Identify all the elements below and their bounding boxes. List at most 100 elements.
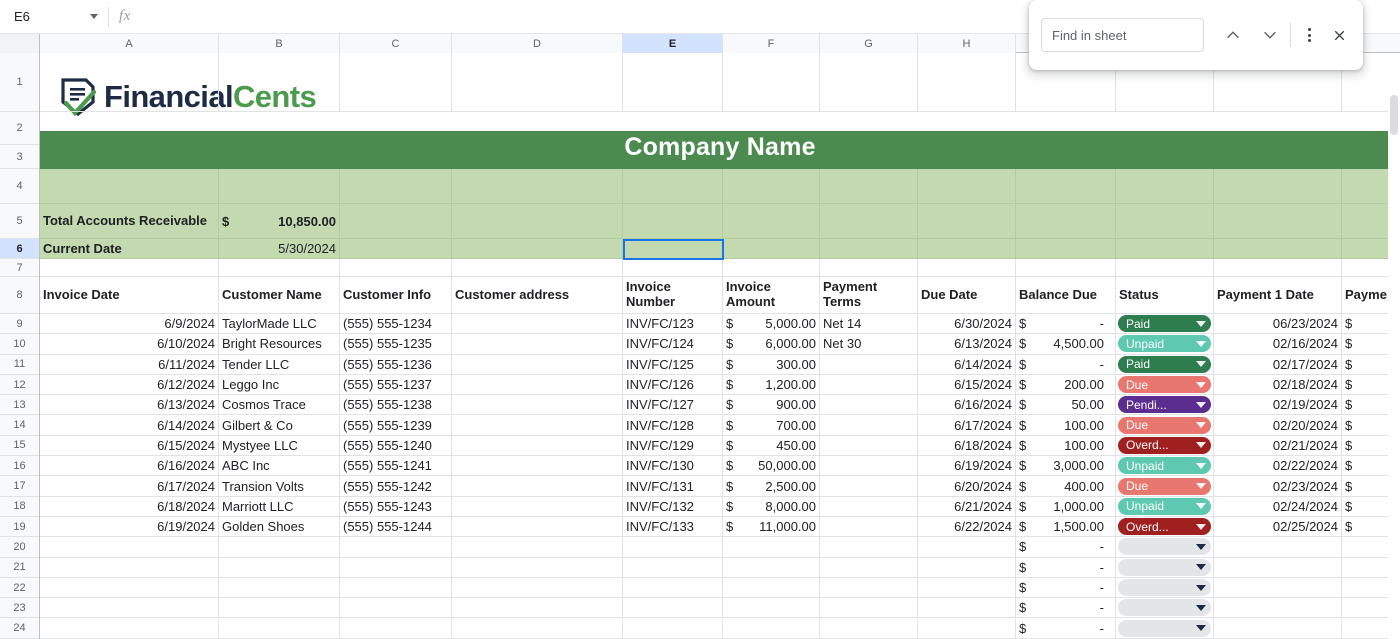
cell-status[interactable]: Unpaid: [1116, 334, 1214, 355]
status-badge-dropdown[interactable]: Overd...: [1118, 518, 1211, 536]
name-box[interactable]: E6: [4, 4, 104, 30]
cell-payment-terms[interactable]: Net 30: [820, 334, 918, 355]
band-cell[interactable]: [1016, 169, 1116, 204]
empty-grid-cell[interactable]: [219, 598, 340, 619]
band-cell[interactable]: [918, 169, 1016, 204]
row-header-20[interactable]: 20: [0, 537, 39, 558]
empty-grid-cell[interactable]: [452, 598, 623, 619]
row-header-22[interactable]: 22: [0, 577, 39, 599]
cell-invoice-amount[interactable]: $700.00: [723, 415, 820, 436]
empty-grid-cell[interactable]: [723, 577, 820, 599]
cell-invoice-date[interactable]: 6/9/2024: [40, 314, 219, 335]
cell-customer-info[interactable]: (555) 555-1238: [340, 395, 452, 416]
status-badge-dropdown[interactable]: Due: [1118, 376, 1211, 394]
cell-balance-due[interactable]: $1,500.00: [1016, 517, 1116, 538]
cell-payment-1-date[interactable]: 02/24/2024: [1214, 496, 1342, 517]
empty-grid-cell[interactable]: [340, 537, 452, 558]
spacer-cell[interactable]: [340, 259, 452, 277]
cell-due-date[interactable]: 6/22/2024: [918, 517, 1016, 538]
empty-grid-cell[interactable]: [918, 598, 1016, 619]
cell-payment-terms[interactable]: [820, 496, 918, 517]
empty-grid-cell[interactable]: [40, 557, 219, 578]
cell-invoice-number[interactable]: INV/FC/126: [623, 374, 723, 396]
cell-status[interactable]: [1116, 537, 1214, 558]
cell-payment-terms[interactable]: [820, 395, 918, 416]
row-header-3[interactable]: 3: [0, 145, 39, 169]
cell-status[interactable]: [1116, 577, 1214, 599]
cell-payment-1-date[interactable]: 02/21/2024: [1214, 435, 1342, 457]
cell-invoice-number[interactable]: INV/FC/128: [623, 415, 723, 436]
row-header-2[interactable]: 2: [0, 112, 39, 145]
cell-customer-name[interactable]: Cosmos Trace: [219, 395, 340, 416]
empty-grid-cell[interactable]: [820, 537, 918, 558]
cell-customer-name[interactable]: Mystyee LLC: [219, 435, 340, 457]
band-cell[interactable]: [820, 169, 918, 204]
empty-grid-cell[interactable]: [452, 618, 623, 639]
cell-payment-terms[interactable]: [820, 374, 918, 396]
cell-invoice-date[interactable]: 6/13/2024: [40, 395, 219, 416]
empty-grid-cell[interactable]: [340, 557, 452, 578]
empty-grid-cell[interactable]: [918, 618, 1016, 639]
row-header-4[interactable]: 4: [0, 169, 39, 204]
table-header-cell[interactable]: Invoice Number: [623, 277, 723, 314]
empty-grid-cell[interactable]: [1214, 537, 1342, 558]
cell-balance-due[interactable]: $1,000.00: [1016, 496, 1116, 517]
row-header-18[interactable]: 18: [0, 496, 39, 517]
cell-status[interactable]: Overd...: [1116, 435, 1214, 457]
row-header-12[interactable]: 12: [0, 374, 39, 396]
find-more-options-button[interactable]: [1296, 20, 1323, 50]
empty-grid-cell[interactable]: [1214, 577, 1342, 599]
cell-invoice-amount[interactable]: $1,200.00: [723, 374, 820, 396]
cell-customer-name[interactable]: ABC Inc: [219, 456, 340, 477]
cell-due-date[interactable]: 6/15/2024: [918, 374, 1016, 396]
table-header-cell[interactable]: Status: [1116, 277, 1214, 314]
total-ar-value-cell[interactable]: $10,850.00: [219, 204, 340, 239]
cell-payment-1-date[interactable]: 06/23/2024: [1214, 314, 1342, 335]
cell-balance-due[interactable]: $4,500.00: [1016, 334, 1116, 355]
cell-customer-address[interactable]: [452, 395, 623, 416]
status-badge-dropdown[interactable]: Unpaid: [1118, 497, 1211, 515]
cell-payment-1-date[interactable]: 02/18/2024: [1214, 374, 1342, 396]
status-badge-dropdown[interactable]: [1118, 558, 1211, 576]
cell-invoice-amount[interactable]: $300.00: [723, 354, 820, 375]
row-header-10[interactable]: 10: [0, 334, 39, 355]
spacer-cell[interactable]: [219, 259, 340, 277]
band-cell[interactable]: [1116, 204, 1214, 239]
cell-due-date[interactable]: 6/16/2024: [918, 395, 1016, 416]
status-badge-dropdown[interactable]: Unpaid: [1118, 335, 1211, 353]
column-header-g[interactable]: G: [820, 34, 918, 53]
row-header-6[interactable]: 6: [0, 239, 39, 259]
band-cell[interactable]: [820, 239, 918, 259]
cell-customer-address[interactable]: [452, 435, 623, 457]
vertical-scrollbar-thumb[interactable]: [1390, 95, 1398, 135]
row-header-14[interactable]: 14: [0, 415, 39, 436]
spacer-cell[interactable]: [40, 259, 219, 277]
spacer-cell[interactable]: [918, 259, 1016, 277]
function-icon[interactable]: fx: [119, 8, 131, 25]
cell-invoice-amount[interactable]: $5,000.00: [723, 314, 820, 335]
cell-customer-info[interactable]: (555) 555-1239: [340, 415, 452, 436]
cell-payment-1-date[interactable]: 02/23/2024: [1214, 476, 1342, 497]
status-badge-dropdown[interactable]: Overd...: [1118, 436, 1211, 454]
cell-customer-name[interactable]: Transion Volts: [219, 476, 340, 497]
cell-due-date[interactable]: 6/21/2024: [918, 496, 1016, 517]
logo-row-cell[interactable]: [918, 53, 1016, 112]
cell-payment-terms[interactable]: [820, 517, 918, 538]
empty-grid-cell[interactable]: [1214, 557, 1342, 578]
row-header-17[interactable]: 17: [0, 476, 39, 497]
column-header-d[interactable]: D: [452, 34, 623, 53]
cell-customer-info[interactable]: (555) 555-1241: [340, 456, 452, 477]
band-cell[interactable]: [452, 204, 623, 239]
cell-payment-terms[interactable]: [820, 476, 918, 497]
cell-customer-name[interactable]: Golden Shoes: [219, 517, 340, 538]
cell-invoice-number[interactable]: INV/FC/124: [623, 334, 723, 355]
cell-status[interactable]: [1116, 618, 1214, 639]
status-badge-dropdown[interactable]: Pendi...: [1118, 396, 1211, 414]
empty-grid-cell[interactable]: [452, 577, 623, 599]
spacer-cell[interactable]: [623, 259, 723, 277]
band-cell[interactable]: [1214, 204, 1342, 239]
empty-grid-cell[interactable]: [723, 598, 820, 619]
cell-invoice-amount[interactable]: $11,000.00: [723, 517, 820, 538]
cell-payment-1-date[interactable]: 02/17/2024: [1214, 354, 1342, 375]
cell-customer-name[interactable]: Marriott LLC: [219, 496, 340, 517]
